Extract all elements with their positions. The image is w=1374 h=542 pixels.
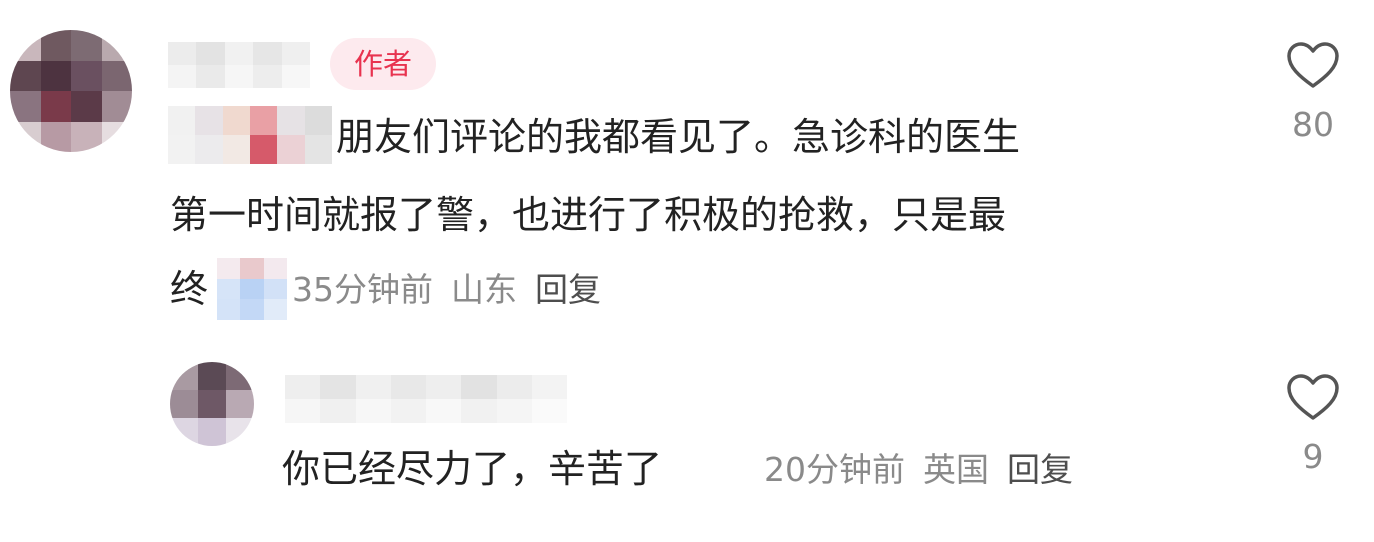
like-count: 9	[1302, 437, 1324, 476]
author-badge: 作者	[330, 38, 436, 90]
reply-button[interactable]: 回复	[535, 273, 601, 306]
heart-outline-icon[interactable]	[1285, 372, 1341, 422]
reply-text: 你已经尽力了，辛苦了	[282, 447, 663, 491]
comment-text-line-3: 终	[170, 267, 209, 311]
reply-button[interactable]: 回复	[1007, 453, 1073, 486]
reply-time: 20分钟前	[764, 450, 905, 489]
reply-location: 英国	[923, 450, 989, 489]
like-count: 80	[1292, 105, 1334, 144]
emoji-blurred	[168, 106, 332, 164]
replier-name-blurred[interactable]	[285, 375, 567, 423]
comment-time: 35分钟前	[292, 270, 433, 309]
heart-outline-icon[interactable]	[1285, 40, 1341, 90]
comment-like[interactable]: 80	[1278, 40, 1348, 141]
reply-like[interactable]: 9	[1278, 372, 1348, 473]
comment-location: 山东	[451, 270, 517, 309]
reply-meta: 20分钟前 英国 回复	[764, 453, 1091, 486]
commenter-avatar[interactable]	[10, 30, 132, 152]
emoji-blurred	[217, 258, 287, 320]
comment-text-line-2: 第一时间就报了警，也进行了积极的抢救，只是最	[170, 193, 1007, 237]
comment-meta: 35分钟前 山东 回复	[292, 273, 619, 306]
replier-avatar[interactable]	[170, 362, 254, 446]
commenter-name-blurred[interactable]	[168, 42, 310, 88]
comment-text-line-1: 朋友们评论的我都看见了。急诊科的医生	[336, 115, 1021, 159]
